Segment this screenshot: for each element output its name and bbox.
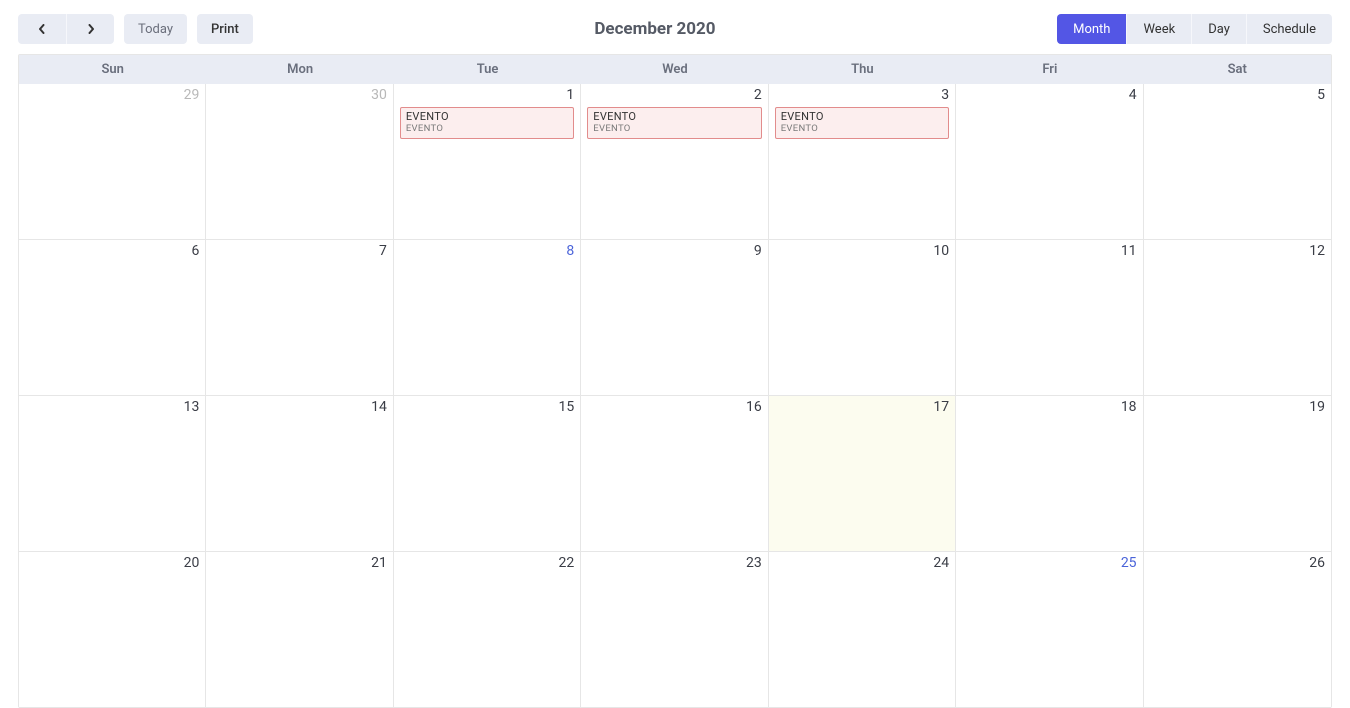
calendar-title: December 2020 bbox=[263, 19, 1047, 39]
event-chip[interactable]: EVENTOEVENTO bbox=[775, 107, 949, 139]
day-number: 16 bbox=[587, 399, 761, 415]
print-button[interactable]: Print bbox=[197, 14, 253, 44]
day-cell[interactable]: 3 EVENTOEVENTO bbox=[769, 84, 956, 239]
day-number: 8 bbox=[400, 243, 574, 259]
event-subtitle: EVENTO bbox=[593, 123, 755, 134]
day-number: 25 bbox=[962, 555, 1136, 571]
view-day[interactable]: Day bbox=[1191, 14, 1246, 44]
weeks-container: 29301EVENTOEVENTO2EVENTOEVENTO3EVENTOEVE… bbox=[19, 84, 1331, 708]
day-number: 24 bbox=[775, 555, 949, 571]
day-number: 7 bbox=[212, 243, 386, 259]
view-month[interactable]: Month bbox=[1057, 14, 1126, 44]
day-number: 4 bbox=[962, 87, 1136, 103]
chevron-left-icon bbox=[37, 24, 47, 34]
day-cell[interactable]: 17 bbox=[769, 396, 956, 551]
day-number: 26 bbox=[1150, 555, 1325, 571]
day-number: 12 bbox=[1150, 243, 1325, 259]
weekday-label: Sat bbox=[1144, 55, 1331, 84]
day-number: 19 bbox=[1150, 399, 1325, 415]
event-title: EVENTO bbox=[593, 110, 755, 123]
day-number: 17 bbox=[775, 399, 949, 415]
day-number: 30 bbox=[212, 87, 386, 103]
week-row: 13 14 15 16 17 18 19 bbox=[19, 396, 1331, 552]
day-number: 18 bbox=[962, 399, 1136, 415]
day-cell[interactable]: 25 bbox=[956, 552, 1143, 707]
weekday-label: Mon bbox=[206, 55, 393, 84]
day-number: 3 bbox=[775, 87, 949, 103]
event-title: EVENTO bbox=[781, 110, 943, 123]
event-chip[interactable]: EVENTOEVENTO bbox=[400, 107, 574, 139]
day-cell[interactable]: 9 bbox=[581, 240, 768, 395]
day-number: 22 bbox=[400, 555, 574, 571]
calendar: SunMonTueWedThuFriSat 29301EVENTOEVENTO2… bbox=[18, 54, 1332, 708]
week-row: 20 21 22 23 24 25 26 bbox=[19, 552, 1331, 708]
view-week[interactable]: Week bbox=[1126, 14, 1191, 44]
day-cell[interactable]: 30 bbox=[206, 84, 393, 239]
day-cell[interactable]: 6 bbox=[19, 240, 206, 395]
view-group: MonthWeekDaySchedule bbox=[1057, 14, 1332, 44]
event-subtitle: EVENTO bbox=[781, 123, 943, 134]
day-cell[interactable]: 7 bbox=[206, 240, 393, 395]
day-cell[interactable]: 16 bbox=[581, 396, 768, 551]
day-cell[interactable]: 24 bbox=[769, 552, 956, 707]
day-cell[interactable]: 22 bbox=[394, 552, 581, 707]
day-number: 2 bbox=[587, 87, 761, 103]
day-number: 6 bbox=[25, 243, 199, 259]
day-number: 23 bbox=[587, 555, 761, 571]
day-cell[interactable]: 5 bbox=[1144, 84, 1331, 239]
day-cell[interactable]: 12 bbox=[1144, 240, 1331, 395]
toolbar: Today Print December 2020 MonthWeekDaySc… bbox=[0, 0, 1350, 54]
day-number: 20 bbox=[25, 555, 199, 571]
day-number: 5 bbox=[1150, 87, 1325, 103]
day-number: 29 bbox=[25, 87, 199, 103]
chevron-right-icon bbox=[86, 24, 96, 34]
weekday-header: SunMonTueWedThuFriSat bbox=[19, 55, 1331, 84]
weekday-label: Tue bbox=[394, 55, 581, 84]
week-row: 6789 10 11 12 bbox=[19, 240, 1331, 396]
prev-button[interactable] bbox=[18, 14, 66, 44]
day-number: 21 bbox=[212, 555, 386, 571]
day-number: 1 bbox=[400, 87, 574, 103]
day-cell[interactable]: 29 bbox=[19, 84, 206, 239]
weekday-label: Wed bbox=[581, 55, 768, 84]
week-row: 29301EVENTOEVENTO2EVENTOEVENTO3EVENTOEVE… bbox=[19, 84, 1331, 240]
day-cell[interactable]: 19 bbox=[1144, 396, 1331, 551]
weekday-label: Thu bbox=[769, 55, 956, 84]
day-cell[interactable]: 13 bbox=[19, 396, 206, 551]
day-cell[interactable]: 15 bbox=[394, 396, 581, 551]
day-cell[interactable]: 21 bbox=[206, 552, 393, 707]
day-number: 10 bbox=[775, 243, 949, 259]
day-cell[interactable]: 20 bbox=[19, 552, 206, 707]
nav-group bbox=[18, 14, 114, 44]
today-button[interactable]: Today bbox=[124, 14, 187, 44]
day-cell[interactable]: 4 bbox=[956, 84, 1143, 239]
day-cell[interactable]: 1 EVENTOEVENTO bbox=[394, 84, 581, 239]
event-subtitle: EVENTO bbox=[406, 123, 568, 134]
day-cell[interactable]: 10 bbox=[769, 240, 956, 395]
day-cell[interactable]: 18 bbox=[956, 396, 1143, 551]
day-number: 13 bbox=[25, 399, 199, 415]
day-cell[interactable]: 26 bbox=[1144, 552, 1331, 707]
next-button[interactable] bbox=[66, 14, 114, 44]
day-number: 14 bbox=[212, 399, 386, 415]
weekday-label: Sun bbox=[19, 55, 206, 84]
day-cell[interactable]: 11 bbox=[956, 240, 1143, 395]
view-schedule[interactable]: Schedule bbox=[1246, 14, 1332, 44]
day-cell[interactable]: 23 bbox=[581, 552, 768, 707]
day-number: 15 bbox=[400, 399, 574, 415]
event-chip[interactable]: EVENTOEVENTO bbox=[587, 107, 761, 139]
day-number: 11 bbox=[962, 243, 1136, 259]
event-title: EVENTO bbox=[406, 110, 568, 123]
weekday-label: Fri bbox=[956, 55, 1143, 84]
day-number: 9 bbox=[587, 243, 761, 259]
day-cell[interactable]: 14 bbox=[206, 396, 393, 551]
day-cell[interactable]: 2 EVENTOEVENTO bbox=[581, 84, 768, 239]
day-cell[interactable]: 8 bbox=[394, 240, 581, 395]
